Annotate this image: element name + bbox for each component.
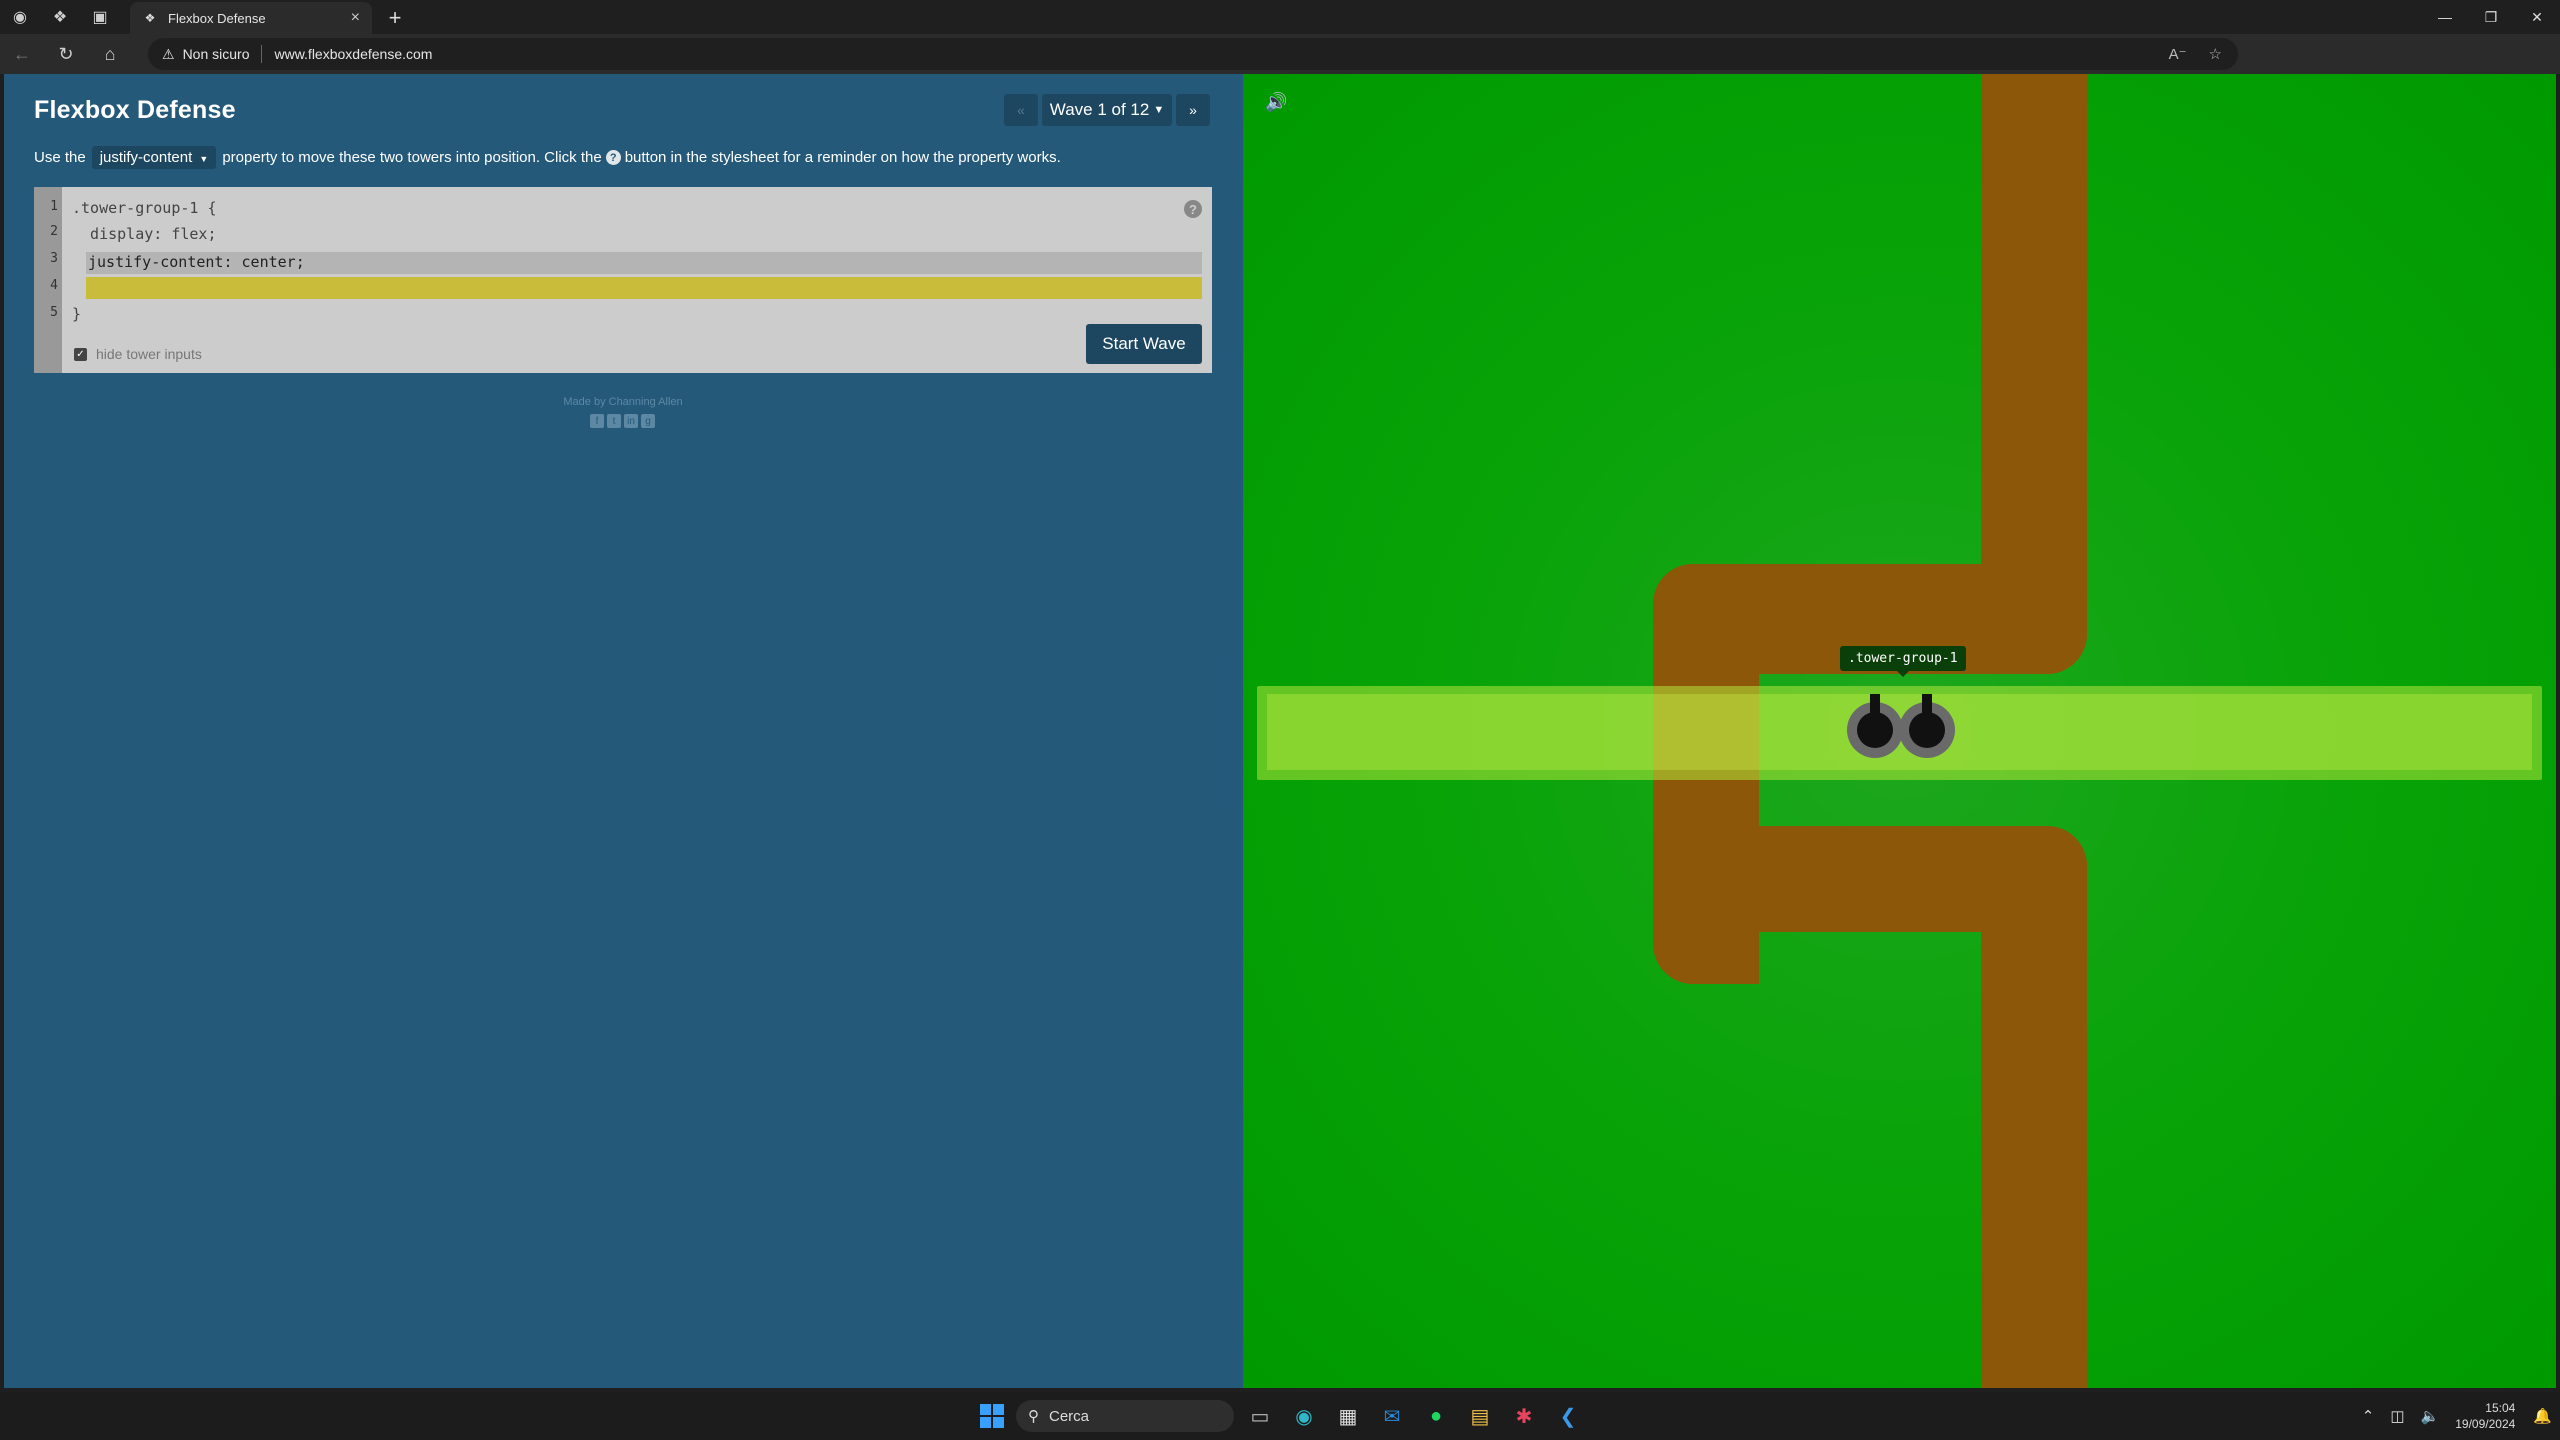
help-button-icon[interactable]: ? [1184,200,1202,218]
url-text[interactable]: www.flexboxdefense.com [274,46,432,62]
slack-icon[interactable]: ✱ [1508,1400,1540,1432]
volume-icon[interactable]: 🔈 [2421,1407,2440,1425]
clock-time: 15:04 [2485,1401,2516,1415]
close-window-icon[interactable]: ✕ [2514,0,2560,34]
enemy-path [1981,826,2087,1388]
property-name: justify-content [99,149,193,166]
workspaces-icon[interactable]: ❖ [40,0,80,34]
instructions-panel: Flexbox Defense « Wave 1 of 12 ▼ » Use t… [4,74,1242,1388]
instructions-text: Use the justify-content ▼ property to mo… [34,146,1061,169]
browser-toolbar: ← ↻ ⌂ ⚠ Non sicuro www.flexboxdefense.co… [0,34,2560,97]
checkbox-checked-icon[interactable]: ✓ [74,347,87,361]
spotify-icon[interactable]: ● [1420,1400,1452,1432]
warning-icon[interactable]: ⚠ [162,46,175,63]
task-view-icon[interactable]: ▭ [1244,1400,1276,1432]
wave-label: Wave 1 of 12 [1049,100,1150,119]
search-icon: ⚲ [1028,1408,1039,1425]
windows-logo-icon [980,1404,1004,1428]
tab-actions-icon[interactable]: ▣ [80,0,120,34]
code-active-input-line[interactable] [86,277,1202,299]
social-links: f t in g [590,414,655,428]
start-wave-button[interactable]: Start Wave [1086,324,1202,364]
code-closing-brace: } [72,305,82,323]
instructions-after: button in the stylesheet for a reminder … [624,149,1061,166]
instructions-before: Use the [34,149,86,166]
flexbox-favicon-icon: ❖ [144,11,156,25]
game-title: Flexbox Defense [34,96,236,124]
help-question-icon: ? [605,150,621,165]
wave-selector[interactable]: Wave 1 of 12 ▼ [1042,94,1172,126]
property-dropdown[interactable]: justify-content ▼ [91,146,217,169]
github-icon[interactable]: g [641,414,655,428]
game-board: 🔊 .tower-group-1 [1243,74,2556,1388]
minimize-icon[interactable]: — [2422,0,2468,34]
address-bar[interactable]: ⚠ Non sicuro www.flexboxdefense.com A⁻ ☆ [148,38,2238,70]
twitter-icon[interactable]: t [607,414,621,428]
home-icon[interactable]: ⌂ [88,34,132,74]
tower-group-label: .tower-group-1 [1840,646,1966,677]
clock[interactable]: 15:04 19/09/2024 [2455,1400,2515,1432]
browser-tab[interactable]: ❖ Flexbox Defense × [130,2,372,34]
windows-taskbar: ⚲ Cerca ▭ ◉ ▦ ✉ ● ▤ ✱ ❮ ⌃ ◫ 🔈 15:04 19/0… [0,1392,2560,1440]
chevron-up-icon[interactable]: ⌃ [2362,1407,2375,1425]
linkedin-icon[interactable]: in [624,414,638,428]
code-input-text[interactable]: justify-content: center; [88,253,305,271]
line-number: 4 [50,278,58,293]
network-icon[interactable]: ◫ [2390,1407,2404,1425]
edge-icon[interactable]: ◉ [1288,1400,1320,1432]
profile-icon[interactable]: ◉ [0,0,40,34]
wave-navigation: « Wave 1 of 12 ▼ » [1004,94,1210,126]
tower[interactable] [1899,694,1955,758]
line-number: 2 [50,224,58,239]
line-number: 3 [50,251,58,266]
vscode-icon[interactable]: ❮ [1552,1400,1584,1432]
hide-tower-inputs-label: hide tower inputs [96,346,202,362]
reload-icon[interactable]: ↻ [44,34,88,74]
search-placeholder: Cerca [1049,1407,1090,1425]
store-icon[interactable]: ▦ [1332,1400,1364,1432]
previous-wave-button[interactable]: « [1004,94,1038,126]
code-selector-line: .tower-group-1 { [72,199,217,217]
chevron-down-icon: ▼ [199,154,209,164]
read-aloud-icon[interactable]: A⁻ [2169,45,2187,63]
css-editor: 1 2 3 4 5 .tower-group-1 { display: flex… [34,187,1212,373]
notification-bell-icon[interactable]: 🔔 [2533,1407,2552,1425]
facebook-icon[interactable]: f [590,414,604,428]
tower[interactable] [1847,694,1903,758]
tower-barrel [1922,694,1932,726]
outlook-icon[interactable]: ✉ [1376,1400,1408,1432]
address-separator [261,45,263,63]
tower-barrel [1870,694,1880,726]
page-content: Flexbox Defense « Wave 1 of 12 ▼ » Use t… [4,74,2556,1388]
instructions-middle: property to move these two towers into p… [222,149,602,166]
back-icon[interactable]: ← [0,34,44,74]
restore-icon[interactable]: ❐ [2468,0,2514,34]
favorite-star-icon[interactable]: ☆ [2209,45,2222,63]
system-tray: ⌃ ◫ 🔈 15:04 19/09/2024 🔔 [2354,1392,2560,1440]
browser-tab-bar: ◉ ❖ ▣ ❖ Flexbox Defense × + — ❐ ✕ [0,0,2560,34]
line-number-gutter: 1 2 3 4 5 [34,187,62,373]
chevron-down-icon: ▼ [1153,104,1165,116]
new-tab-button[interactable]: + [380,4,410,32]
tab-close-icon[interactable]: × [351,9,360,27]
window-controls: — ❐ ✕ [2422,0,2560,34]
line-number: 1 [50,199,58,214]
tab-title: Flexbox Defense [168,10,266,26]
next-wave-button[interactable]: » [1176,94,1210,126]
hide-tower-inputs-checkbox[interactable]: ✓ hide tower inputs [74,346,202,362]
taskbar-search[interactable]: ⚲ Cerca [1016,1400,1234,1432]
code-display-line: display: flex; [72,225,217,243]
line-number: 5 [50,305,58,320]
security-label[interactable]: Non sicuro [183,46,250,62]
credit-text: Made by Channing Allen [563,396,683,408]
sound-toggle-icon[interactable]: 🔊 [1265,92,1287,113]
start-button[interactable] [976,1400,1008,1432]
clock-date: 19/09/2024 [2455,1417,2516,1431]
file-explorer-icon[interactable]: ▤ [1464,1400,1496,1432]
